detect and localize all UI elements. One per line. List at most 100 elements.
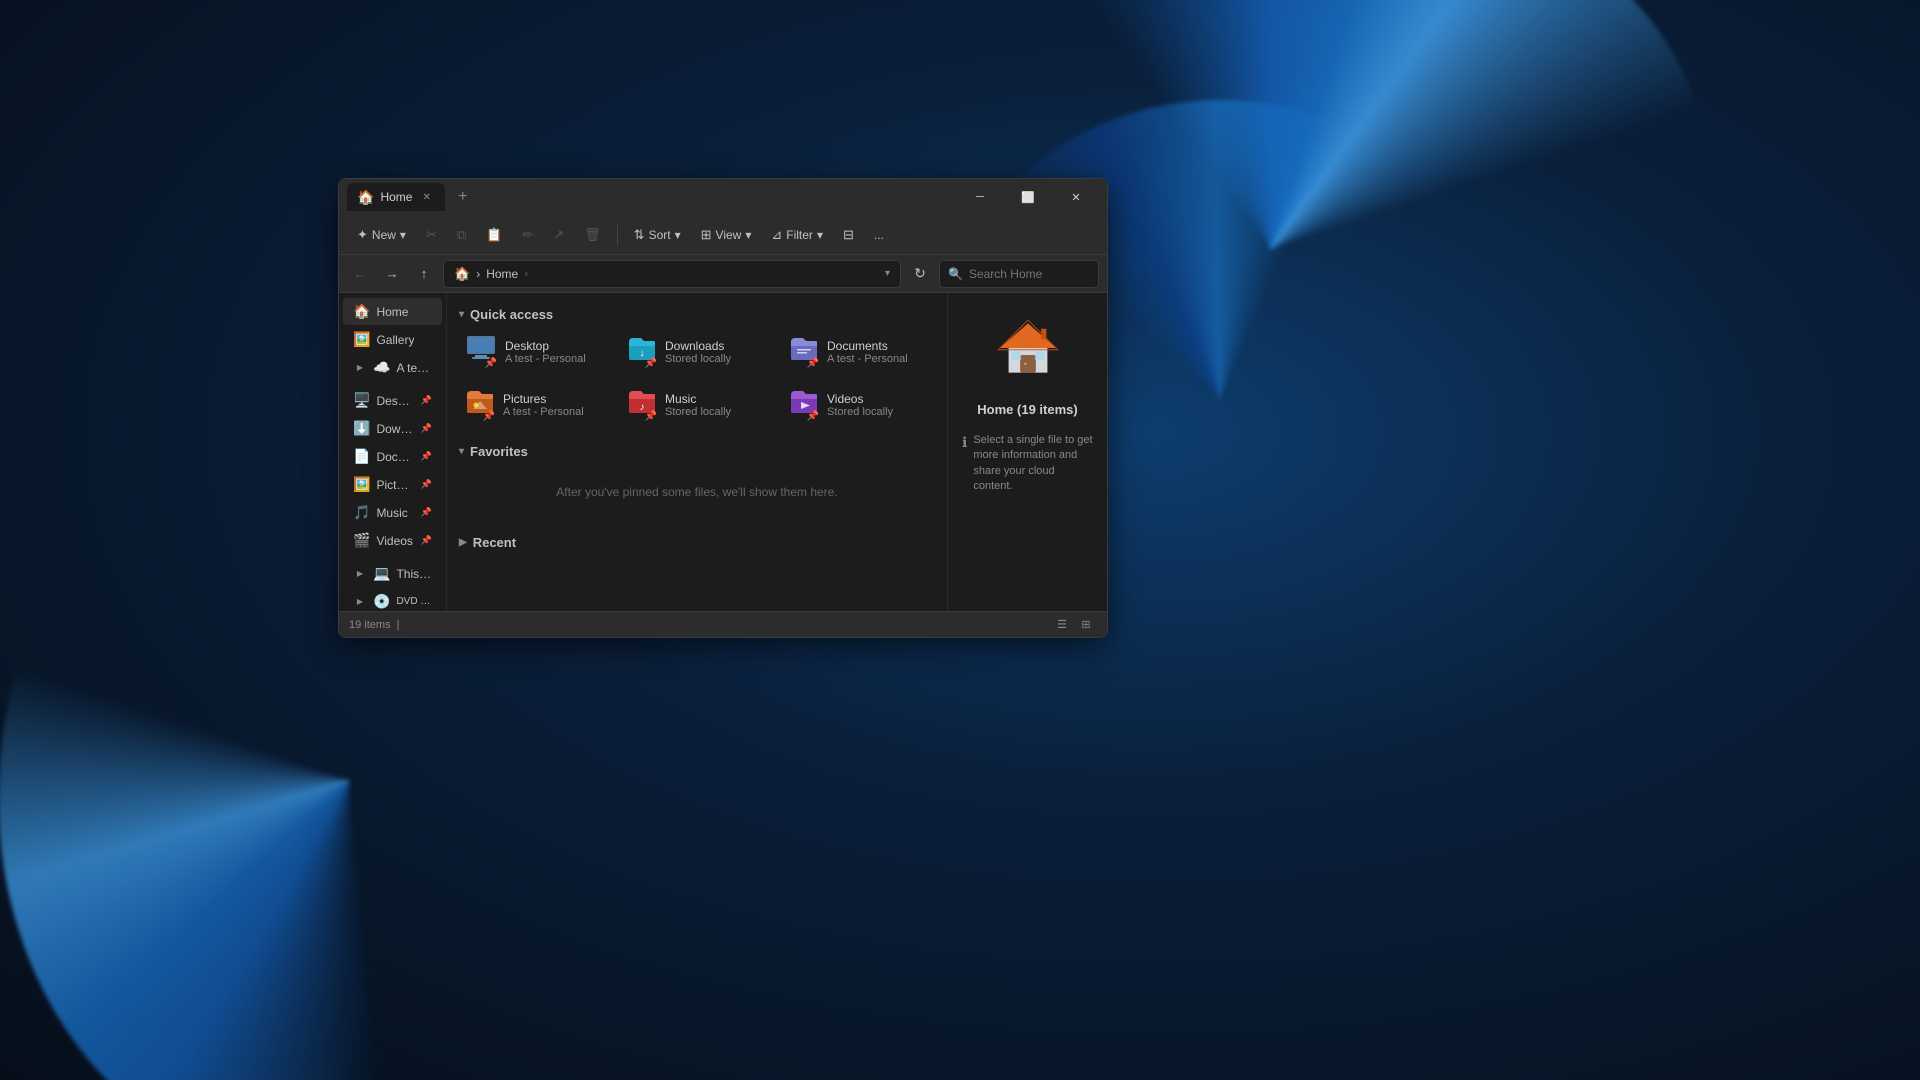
qa-videos-sub: Stored locally <box>827 406 893 418</box>
back-button[interactable]: ← <box>347 261 373 287</box>
cut-button[interactable]: ✂ <box>418 223 445 247</box>
qa-music-sub: Stored locally <box>665 406 731 418</box>
downloads-pin-icon: 📌 <box>421 423 432 434</box>
sidebar-item-music[interactable]: 🎵 Music 📌 <box>343 499 442 526</box>
sort-icon: ⇅ <box>634 227 645 243</box>
qa-downloads-info: Downloads Stored locally <box>665 339 731 365</box>
filter-chevron: ▾ <box>817 228 823 242</box>
downloads-folder-icon: ⬇️ <box>353 420 370 437</box>
details-button[interactable]: ⊟ <box>835 223 862 247</box>
sidebar-item-downloads[interactable]: ⬇️ Downloads 📌 <box>343 415 442 442</box>
desktop-pin-icon: 📌 <box>421 395 432 406</box>
sidebar-home-label: Home <box>376 305 408 319</box>
qa-item-documents[interactable]: 📌 Documents A test - Personal <box>781 328 937 375</box>
sidebar-item-documents[interactable]: 📄 Documents 📌 <box>343 443 442 470</box>
toolbar: ✦ New ▾ ✂ ⧉ 📋 ✏ ↗ 🗑 ⇅ Sort ▾ ⊞ View <box>339 215 1107 255</box>
quick-access-label: Quick access <box>470 307 553 322</box>
share-icon: ↗ <box>553 227 564 243</box>
favorites-header[interactable]: ▾ Favorites <box>457 440 937 465</box>
search-icon: 🔍 <box>948 267 963 281</box>
qa-videos-name: Videos <box>827 392 893 406</box>
qa-item-downloads[interactable]: ↓ 📌 Downloads Stored locally <box>619 328 775 375</box>
documents-folder-icon: 📄 <box>353 448 370 465</box>
qa-pictures-info: Pictures A test - Personal <box>503 392 584 418</box>
tab-close-button[interactable]: ✕ <box>418 190 434 205</box>
qa-documents-name: Documents <box>827 339 908 353</box>
thispc-expand-icon: ▶ <box>353 567 367 581</box>
qa-item-desktop[interactable]: 📌 Desktop A test - Personal <box>457 328 613 375</box>
qa-documents-info: Documents A test - Personal <box>827 339 908 365</box>
qa-item-music[interactable]: ♪ 📌 Music Stored locally <box>619 381 775 428</box>
address-box[interactable]: 🏠 › Home › ▾ <box>443 260 901 288</box>
more-button[interactable]: ... <box>866 224 892 246</box>
list-view-toggle[interactable]: ☰ <box>1051 616 1073 634</box>
new-tab-button[interactable]: + <box>451 185 475 209</box>
recent-header[interactable]: ▶ Recent <box>457 531 937 556</box>
filter-icon: ⊿ <box>771 227 782 243</box>
copy-button[interactable]: ⧉ <box>449 223 474 247</box>
info-description: Select a single file to get more informa… <box>973 433 1093 495</box>
quick-access-grid: 📌 Desktop A test - Personal ↓ <box>457 328 937 428</box>
music-pin-icon: 📌 <box>421 507 432 518</box>
filter-button[interactable]: ⊿ Filter ▾ <box>763 223 831 247</box>
minimize-button[interactable]: ─ <box>957 181 1003 213</box>
sidebar-thispc-label: This PC <box>396 567 432 581</box>
favorites-empty-text: After you've pinned some files, we'll sh… <box>457 465 937 519</box>
sidebar-desktop-label: Desktop <box>376 394 414 408</box>
sidebar-item-desktop[interactable]: 🖥️ Desktop 📌 <box>343 387 442 414</box>
address-dropdown-chevron: ▾ <box>885 268 890 279</box>
sidebar-item-atest[interactable]: ▶ ☁️ A test - Personal <box>343 354 442 381</box>
pictures-folder-icon: 🖼️ <box>353 476 370 493</box>
search-input[interactable] <box>969 267 1124 281</box>
sidebar-item-gallery[interactable]: 🖼️ Gallery <box>343 326 442 353</box>
close-button[interactable]: ✕ <box>1053 181 1099 213</box>
view-button[interactable]: ⊞ View ▾ <box>693 223 760 247</box>
right-panel: Home (19 items) ℹ Select a single file t… <box>947 293 1107 611</box>
qa-desktop-sub: A test - Personal <box>505 353 586 365</box>
delete-button[interactable]: 🗑 <box>576 223 609 247</box>
window-tab-home[interactable]: 🏠 Home ✕ <box>347 183 445 211</box>
home-panel-title: Home (19 items) <box>977 402 1077 417</box>
qa-desktop-name: Desktop <box>505 339 586 353</box>
tab-home-label: Home <box>380 190 412 204</box>
title-bar: 🏠 Home ✕ + ─ ⬜ ✕ <box>339 179 1107 215</box>
sidebar-item-pictures[interactable]: 🖼️ Pictures 📌 <box>343 471 442 498</box>
toolbar-separator <box>617 225 618 245</box>
gallery-icon: 🖼️ <box>353 331 370 348</box>
qa-item-pictures[interactable]: 📌 Pictures A test - Personal <box>457 381 613 428</box>
sidebar: 🏠 Home 🖼️ Gallery ▶ ☁️ A test - Personal… <box>339 293 447 611</box>
sidebar-atest-label: A test - Personal <box>396 361 432 375</box>
qa-downloads-name: Downloads <box>665 339 731 353</box>
grid-view-toggle[interactable]: ⊞ <box>1075 616 1097 634</box>
address-crumb-sep: › <box>524 268 528 280</box>
maximize-button[interactable]: ⬜ <box>1005 181 1051 213</box>
qa-videos-icon: 📌 <box>789 387 819 422</box>
rename-icon: ✏ <box>522 227 533 243</box>
paste-button[interactable]: 📋 <box>478 223 510 247</box>
refresh-button[interactable]: ↻ <box>907 261 933 287</box>
qa-item-videos[interactable]: 📌 Videos Stored locally <box>781 381 937 428</box>
qa-music-info: Music Stored locally <box>665 392 731 418</box>
sidebar-item-home[interactable]: 🏠 Home <box>343 298 442 325</box>
qa-downloads-icon: ↓ 📌 <box>627 334 657 369</box>
item-count: 19 items <box>349 619 391 631</box>
file-explorer-window: 🏠 Home ✕ + ─ ⬜ ✕ ✦ New ▾ ✂ ⧉ 📋 ✏ <box>338 178 1108 638</box>
search-box[interactable]: 🔍 <box>939 260 1099 288</box>
up-button[interactable]: ↑ <box>411 261 437 287</box>
qa-videos-info: Videos Stored locally <box>827 392 893 418</box>
sort-button[interactable]: ⇅ Sort ▾ <box>626 223 689 247</box>
forward-button[interactable]: → <box>379 261 405 287</box>
view-icon: ⊞ <box>701 227 712 243</box>
sort-chevron: ▾ <box>675 228 681 242</box>
share-button[interactable]: ↗ <box>545 223 572 247</box>
new-button[interactable]: ✦ New ▾ <box>349 223 414 247</box>
favorites-chevron: ▾ <box>459 446 464 457</box>
sidebar-pictures-label: Pictures <box>376 478 414 492</box>
videos-folder-icon: 🎬 <box>353 532 370 549</box>
sidebar-item-videos[interactable]: 🎬 Videos 📌 <box>343 527 442 554</box>
new-chevron: ▾ <box>400 228 406 242</box>
sidebar-item-dvd[interactable]: ▶ 💿 DVD Drive (D:) CCC <box>343 588 442 611</box>
sidebar-item-thispc[interactable]: ▶ 💻 This PC <box>343 560 442 587</box>
quick-access-header[interactable]: ▾ Quick access <box>457 303 937 328</box>
rename-button[interactable]: ✏ <box>514 223 541 247</box>
